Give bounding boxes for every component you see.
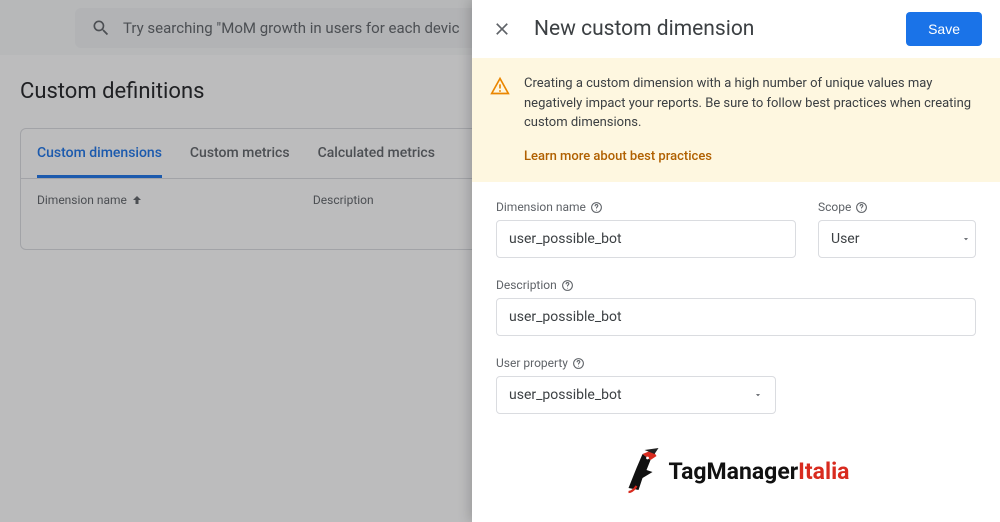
scope-select[interactable]: User [818,220,976,258]
help-icon[interactable] [590,201,603,214]
chevron-down-icon [753,390,763,400]
close-icon [492,19,512,39]
woodpecker-icon [623,448,663,494]
branding-logo: TagManagerItalia [623,448,850,494]
user-property-label: User property [496,356,776,370]
warning-text: Creating a custom dimension with a high … [524,76,971,130]
scope-label: Scope [818,200,976,214]
dimension-name-label: Dimension name [496,200,796,214]
warning-banner: Creating a custom dimension with a high … [472,58,1000,182]
user-property-select[interactable]: user_possible_bot [496,376,776,414]
dimension-name-input[interactable] [496,220,796,258]
description-input[interactable] [496,298,976,336]
chevron-down-icon [961,234,971,244]
help-icon[interactable] [572,357,585,370]
new-dimension-panel: New custom dimension Save Creating a cus… [472,0,1000,522]
help-icon[interactable] [855,201,868,214]
learn-more-link[interactable]: Learn more about best practices [524,147,980,167]
panel-title: New custom dimension [534,17,886,41]
description-label: Description [496,278,976,292]
warning-icon [490,76,510,96]
help-icon[interactable] [561,279,574,292]
save-button[interactable]: Save [906,12,982,46]
close-button[interactable] [490,17,514,41]
